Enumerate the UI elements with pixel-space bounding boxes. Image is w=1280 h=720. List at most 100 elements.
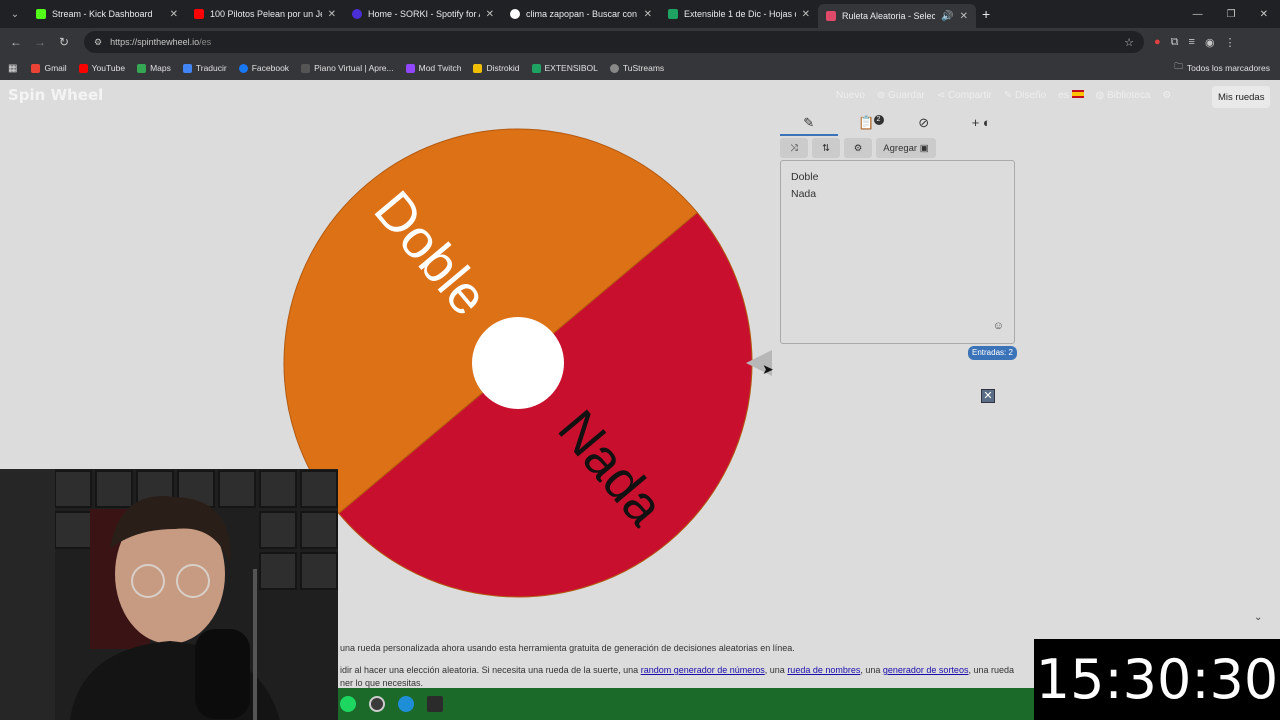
bookmarks-bar: ▦ Gmail YouTube Maps Traducir Facebook P…: [0, 56, 1280, 80]
tab-edit-entries[interactable]: ✎: [780, 110, 838, 136]
webcam-feed: [0, 469, 338, 720]
profile-icon[interactable]: ◉: [1205, 36, 1215, 49]
site-info-icon[interactable]: ⚙: [94, 37, 102, 48]
mouse-cursor-icon: ➤: [762, 361, 774, 377]
new-tab-button[interactable]: +: [982, 6, 990, 22]
edge-icon[interactable]: [398, 696, 414, 712]
sort-button[interactable]: ⇅: [812, 138, 840, 158]
extension-icon[interactable]: ●: [1154, 36, 1161, 49]
bookmark-maps[interactable]: Maps: [137, 63, 171, 73]
entries-count-badge: Entradas: 2: [968, 346, 1017, 360]
close-icon[interactable]: ✕: [802, 9, 810, 20]
star-icon[interactable]: ☆: [1124, 36, 1134, 49]
clipboard-icon: 📋: [858, 115, 875, 130]
tustreams-icon: [609, 63, 619, 73]
puzzle-icon[interactable]: ⧉: [1171, 36, 1179, 49]
close-window-icon[interactable]: ✕: [1260, 9, 1268, 20]
restore-icon[interactable]: ❐: [1227, 9, 1236, 20]
sort-icon: ⇅: [822, 142, 830, 154]
image-icon: ▣: [919, 142, 929, 154]
spotify-icon[interactable]: [340, 696, 356, 712]
link-name-wheel[interactable]: rueda de nombres: [787, 665, 860, 675]
shuffle-button[interactable]: ⤨: [780, 138, 808, 158]
tab-title: 100 Pilotos Pelean por un Jet Pr: [210, 9, 322, 19]
entries-textarea[interactable]: Doble Nada ☺: [780, 160, 1015, 344]
link-random-numbers[interactable]: random generador de números: [641, 665, 765, 675]
browser-tab[interactable]: Extensible 1 de Dic - Hojas de c ✕: [660, 2, 818, 26]
url-path: /es: [199, 37, 212, 47]
bookmark-youtube[interactable]: YouTube: [78, 63, 125, 73]
media-icon[interactable]: ≡: [1189, 36, 1195, 49]
address-bar[interactable]: ⚙ https://spinthewheel.io/es ☆: [84, 31, 1144, 53]
eye-slash-icon: ⊘: [918, 115, 930, 130]
settings-icon[interactable]: ⚙: [1162, 90, 1171, 101]
toolbar-icons: ● ⧉ ≡ ◉ ⋮: [1154, 36, 1236, 49]
browser-tab[interactable]: 100 Pilotos Pelean por un Jet Pr ✕: [186, 2, 344, 26]
results-count-badge: 2: [873, 115, 884, 125]
entry-line: Nada: [791, 188, 817, 200]
apps-icon[interactable]: ▦: [8, 63, 17, 74]
all-bookmarks[interactable]: 🗀 Todos los marcadores: [1174, 61, 1270, 75]
facebook-icon: [238, 63, 248, 73]
description-line: idir al hacer una elección aleatoria. Si…: [340, 665, 1014, 675]
wheel-center-hub[interactable]: [472, 317, 564, 409]
menu-diseno[interactable]: ✎ Diseño: [1004, 90, 1046, 101]
sheets-icon: [531, 63, 541, 73]
description-line: una rueda personalizada ahora usando est…: [340, 643, 795, 653]
gmail-icon: [31, 63, 41, 73]
bookmark-distrokid[interactable]: Distrokid: [473, 63, 520, 73]
bookmark-tustreams[interactable]: TuStreams: [609, 63, 664, 73]
add-image-button[interactable]: Agregar ▣: [876, 138, 936, 158]
maps-icon: [137, 63, 147, 73]
close-icon[interactable]: ✕: [960, 11, 968, 22]
tab-results[interactable]: 📋 2: [838, 110, 896, 136]
my-wheels-button[interactable]: Mis ruedas: [1212, 86, 1271, 108]
bookmark-piano[interactable]: Piano Virtual | Apre...: [301, 63, 394, 73]
menu-icon[interactable]: ⋮: [1225, 36, 1236, 49]
bookmark-extensibol[interactable]: EXTENSIBOL: [531, 63, 598, 73]
kick-icon: [36, 9, 46, 19]
browser-tab[interactable]: clima zapopan - Buscar con Go ✕: [502, 2, 660, 26]
menu-compartir[interactable]: ⋖ Compartir: [937, 90, 992, 101]
settings-button[interactable]: ⚙: [844, 138, 872, 158]
minimize-icon[interactable]: —: [1193, 9, 1203, 20]
link-raffle-generator[interactable]: generador de sorteos: [883, 665, 969, 675]
browser-tab[interactable]: Home - SORKI - Spotify for Arti ✕: [344, 2, 502, 26]
reload-icon[interactable]: ↻: [52, 35, 76, 49]
tab-hide[interactable]: ⊘: [895, 110, 953, 136]
forward-icon[interactable]: →: [28, 35, 52, 49]
menu-biblioteca[interactable]: ◍ Biblioteca: [1096, 90, 1151, 101]
emoji-icon[interactable]: ☺: [993, 318, 1004, 335]
navigation-bar: ← → ↻ ⚙ https://spinthewheel.io/es ☆ ● ⧉…: [0, 28, 1280, 56]
bookmark-traducir[interactable]: Traducir: [182, 63, 227, 73]
wheel-favicon-icon: [826, 11, 836, 21]
chevron-down-icon[interactable]: ⌄: [1254, 612, 1262, 623]
menu-nuevo[interactable]: Nuevo: [836, 90, 865, 101]
bookmark-gmail[interactable]: Gmail: [31, 63, 67, 73]
spin-wheel[interactable]: Doble Nada: [280, 125, 756, 601]
entry-line: Doble: [791, 171, 819, 183]
bookmark-facebook[interactable]: Facebook: [238, 63, 289, 73]
close-icon[interactable]: ✕: [644, 9, 652, 20]
translate-icon: [182, 63, 192, 73]
folder-icon: 🗀: [1174, 61, 1183, 71]
close-icon[interactable]: ✕: [170, 9, 178, 20]
browser-tab-active[interactable]: Ruleta Aleatoria - Selector 🔊 ✕: [818, 4, 976, 28]
entries-toolbar: ⤨ ⇅ ⚙ Agregar ▣: [780, 138, 936, 158]
tab-add-wheel[interactable]: + ◐: [953, 110, 1011, 136]
browser-tab[interactable]: Stream - Kick Dashboard ✕: [28, 2, 186, 26]
bookmark-mod-twitch[interactable]: Mod Twitch: [405, 63, 461, 73]
tab-search-button[interactable]: ⌄: [2, 4, 28, 24]
close-icon[interactable]: ✕: [486, 9, 494, 20]
close-icon[interactable]: ✕: [981, 389, 995, 403]
menu-language[interactable]: es: [1058, 90, 1084, 101]
menu-guardar[interactable]: ⊚ Guardar: [877, 90, 925, 101]
speaker-icon[interactable]: 🔊: [941, 11, 953, 22]
close-icon[interactable]: ✕: [328, 9, 336, 20]
obs-icon[interactable]: [369, 696, 385, 712]
url-host: https://spinthewheel.io: [110, 37, 200, 47]
site-logo[interactable]: Spin Wheel: [8, 86, 103, 104]
stream-clock: 15:30:30: [1034, 639, 1280, 720]
back-icon[interactable]: ←: [4, 35, 28, 49]
epic-games-icon[interactable]: [427, 696, 443, 712]
